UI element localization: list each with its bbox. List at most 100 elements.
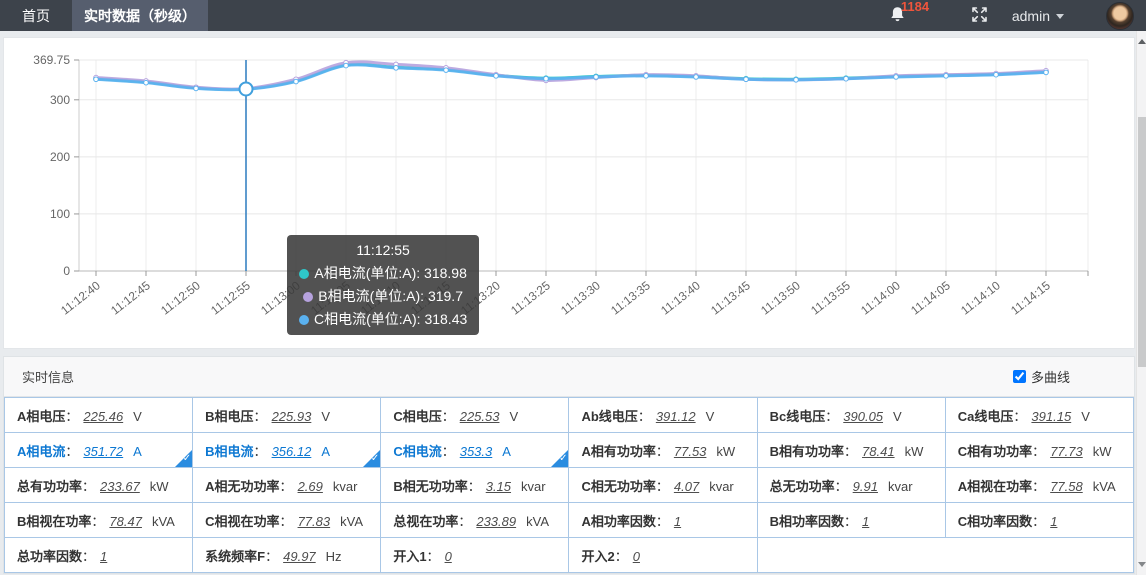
metric-cell[interactable]: 总无功功率：9.91kvar [757,468,945,503]
metric-value: 225.53 [460,409,500,424]
metric-unit: V [706,409,715,424]
check-icon: ✓ [183,450,191,467]
metric-cell[interactable]: A相无功功率：2.69kvar [193,468,381,503]
metric-cell[interactable]: 开入2：0 [569,538,757,573]
metric-value: 2.69 [298,479,323,494]
multi-curve-checkbox[interactable] [1013,370,1026,383]
table-row: 总有功功率：233.67kWA相无功功率：2.69kvarB相无功功率：3.15… [5,468,1134,503]
metric-cell[interactable]: C相视在功率：77.83kVA [193,503,381,538]
metric-cell[interactable]: 开入1：0 [381,538,569,573]
scrollbar-thumb[interactable] [1138,117,1146,367]
chart-axes [74,60,1088,276]
metric-label: Ca线电压 [958,409,1014,424]
svg-text:11:12:40: 11:12:40 [58,278,103,317]
vertical-scrollbar[interactable] [1136,31,1146,575]
metrics-table: A相电压：225.46VB相电压：225.93VC相电压：225.53VAb线电… [4,397,1134,573]
metric-cell[interactable]: A相电流：351.72A✓ [5,433,193,468]
top-navbar: 首页 实时数据（秒级） 1184 admin [0,0,1146,31]
metric-cell[interactable]: B相视在功率：78.47kVA [5,503,193,538]
metric-cell[interactable]: C相电压：225.53V [381,398,569,433]
metric-cell[interactable]: B相有功功率：78.41kW [757,433,945,468]
metric-unit: kVA [152,514,175,529]
metric-value: 391.15 [1031,409,1071,424]
svg-text:11:13:25: 11:13:25 [508,278,553,317]
y-axis-labels: 0100200300369.75 [33,53,70,278]
metric-cell[interactable]: 总有功功率：233.67kW [5,468,193,503]
metric-cell[interactable]: B相功率因数：1 [757,503,945,538]
tab-realtime-data[interactable]: 实时数据（秒级） [72,0,208,31]
metric-value: 78.47 [109,514,142,529]
svg-text:300: 300 [50,93,70,107]
metric-value: 390.05 [843,409,883,424]
metric-cell[interactable]: Bc线电压：390.05V [757,398,945,433]
table-row: A相电压：225.46VB相电压：225.93VC相电压：225.53VAb线电… [5,398,1134,433]
metric-cell[interactable]: C相功率因数：1 [945,503,1133,538]
panel-title: 实时信息 [22,367,74,386]
user-avatar[interactable] [1106,2,1134,30]
metric-label: B相电压 [205,409,253,424]
metric-label: 总功率因数 [17,549,82,564]
metric-cell[interactable]: C相电流：353.3A✓ [381,433,569,468]
metric-cell[interactable]: 系统频率F：49.97Hz [193,538,381,573]
metric-cell[interactable]: A相功率因数：1 [569,503,757,538]
realtime-line-chart[interactable]: 0100200300369.7511:12:4011:12:4511:12:50… [4,38,1134,346]
metric-value: 225.46 [83,409,123,424]
metric-cell[interactable]: 总视在功率：233.89kVA [381,503,569,538]
table-row: B相视在功率：78.47kVAC相视在功率：77.83kVA总视在功率：233.… [5,503,1134,538]
metric-label: 开入2 [581,549,614,564]
chevron-down-icon [1056,14,1064,19]
metric-value: 225.93 [272,409,312,424]
metric-value: 356.12 [272,444,312,459]
hover-indicator [240,60,253,271]
metric-cell[interactable]: C相有功功率：77.73kW [945,433,1133,468]
metric-cell[interactable]: C相无功功率：4.07kvar [569,468,757,503]
metric-cell[interactable]: B相电压：225.93V [193,398,381,433]
metric-value: 353.3 [460,444,493,459]
svg-text:11:14:00: 11:14:00 [858,278,903,317]
multi-curve-toggle[interactable]: 多曲线 [1013,367,1070,386]
metric-cell[interactable]: A相电压：225.46V [5,398,193,433]
metric-value: 4.07 [674,479,699,494]
metric-label: 总无功功率 [770,479,835,494]
metric-value: 77.83 [298,514,331,529]
metric-value: 0 [633,549,640,564]
metric-label: A相电流 [17,444,65,459]
metric-label: A相功率因数 [581,514,655,529]
selected-corner-badge: ✓ [363,450,380,467]
svg-text:11:12:55: 11:12:55 [208,278,253,317]
scroll-up-arrow-icon[interactable] [1138,39,1146,44]
info-panel-header: 实时信息 多曲线 [4,357,1134,397]
metric-cell[interactable]: Ab线电压：391.12V [569,398,757,433]
svg-text:11:14:10: 11:14:10 [958,278,1003,317]
metric-cell[interactable]: A相视在功率：77.58kVA [945,468,1133,503]
chart-panel: 0100200300369.7511:12:4011:12:4511:12:50… [3,37,1135,349]
metric-value: 1 [674,514,681,529]
metric-cell[interactable]: 总功率因数：1 [5,538,193,573]
metric-label: A相无功功率 [205,479,279,494]
metric-cell[interactable]: A相有功功率：77.53kW [569,433,757,468]
svg-text:369.75: 369.75 [33,53,70,67]
metric-label: C相有功功率 [958,444,1032,459]
notification-bell-button[interactable]: 1184 [890,6,905,28]
metric-cell[interactable]: B相无功功率：3.15kvar [381,468,569,503]
metric-label: C相电压 [393,409,441,424]
metric-unit: kvar [333,479,358,494]
metric-unit: V [1081,409,1090,424]
metric-unit: V [133,409,142,424]
metric-value: 3.15 [486,479,511,494]
scroll-down-arrow-icon[interactable] [1138,562,1146,567]
metric-unit: V [321,409,330,424]
metric-unit: kW [1093,444,1112,459]
metric-label: C相功率因数 [958,514,1032,529]
user-menu[interactable]: admin [1012,8,1064,24]
svg-text:11:13:15: 11:13:15 [408,278,453,317]
fullscreen-button[interactable] [971,6,988,28]
metric-cell[interactable]: Ca线电压：391.15V [945,398,1133,433]
metric-label: B相无功功率 [393,479,467,494]
svg-text:11:13:40: 11:13:40 [658,278,703,317]
metric-label: C相电流 [393,444,441,459]
tab-home[interactable]: 首页 [0,0,72,31]
table-row: 总功率因数：1系统频率F：49.97Hz开入1：0开入2：0 [5,538,1134,573]
metric-cell[interactable]: B相电流：356.12A✓ [193,433,381,468]
metric-unit: V [509,409,518,424]
